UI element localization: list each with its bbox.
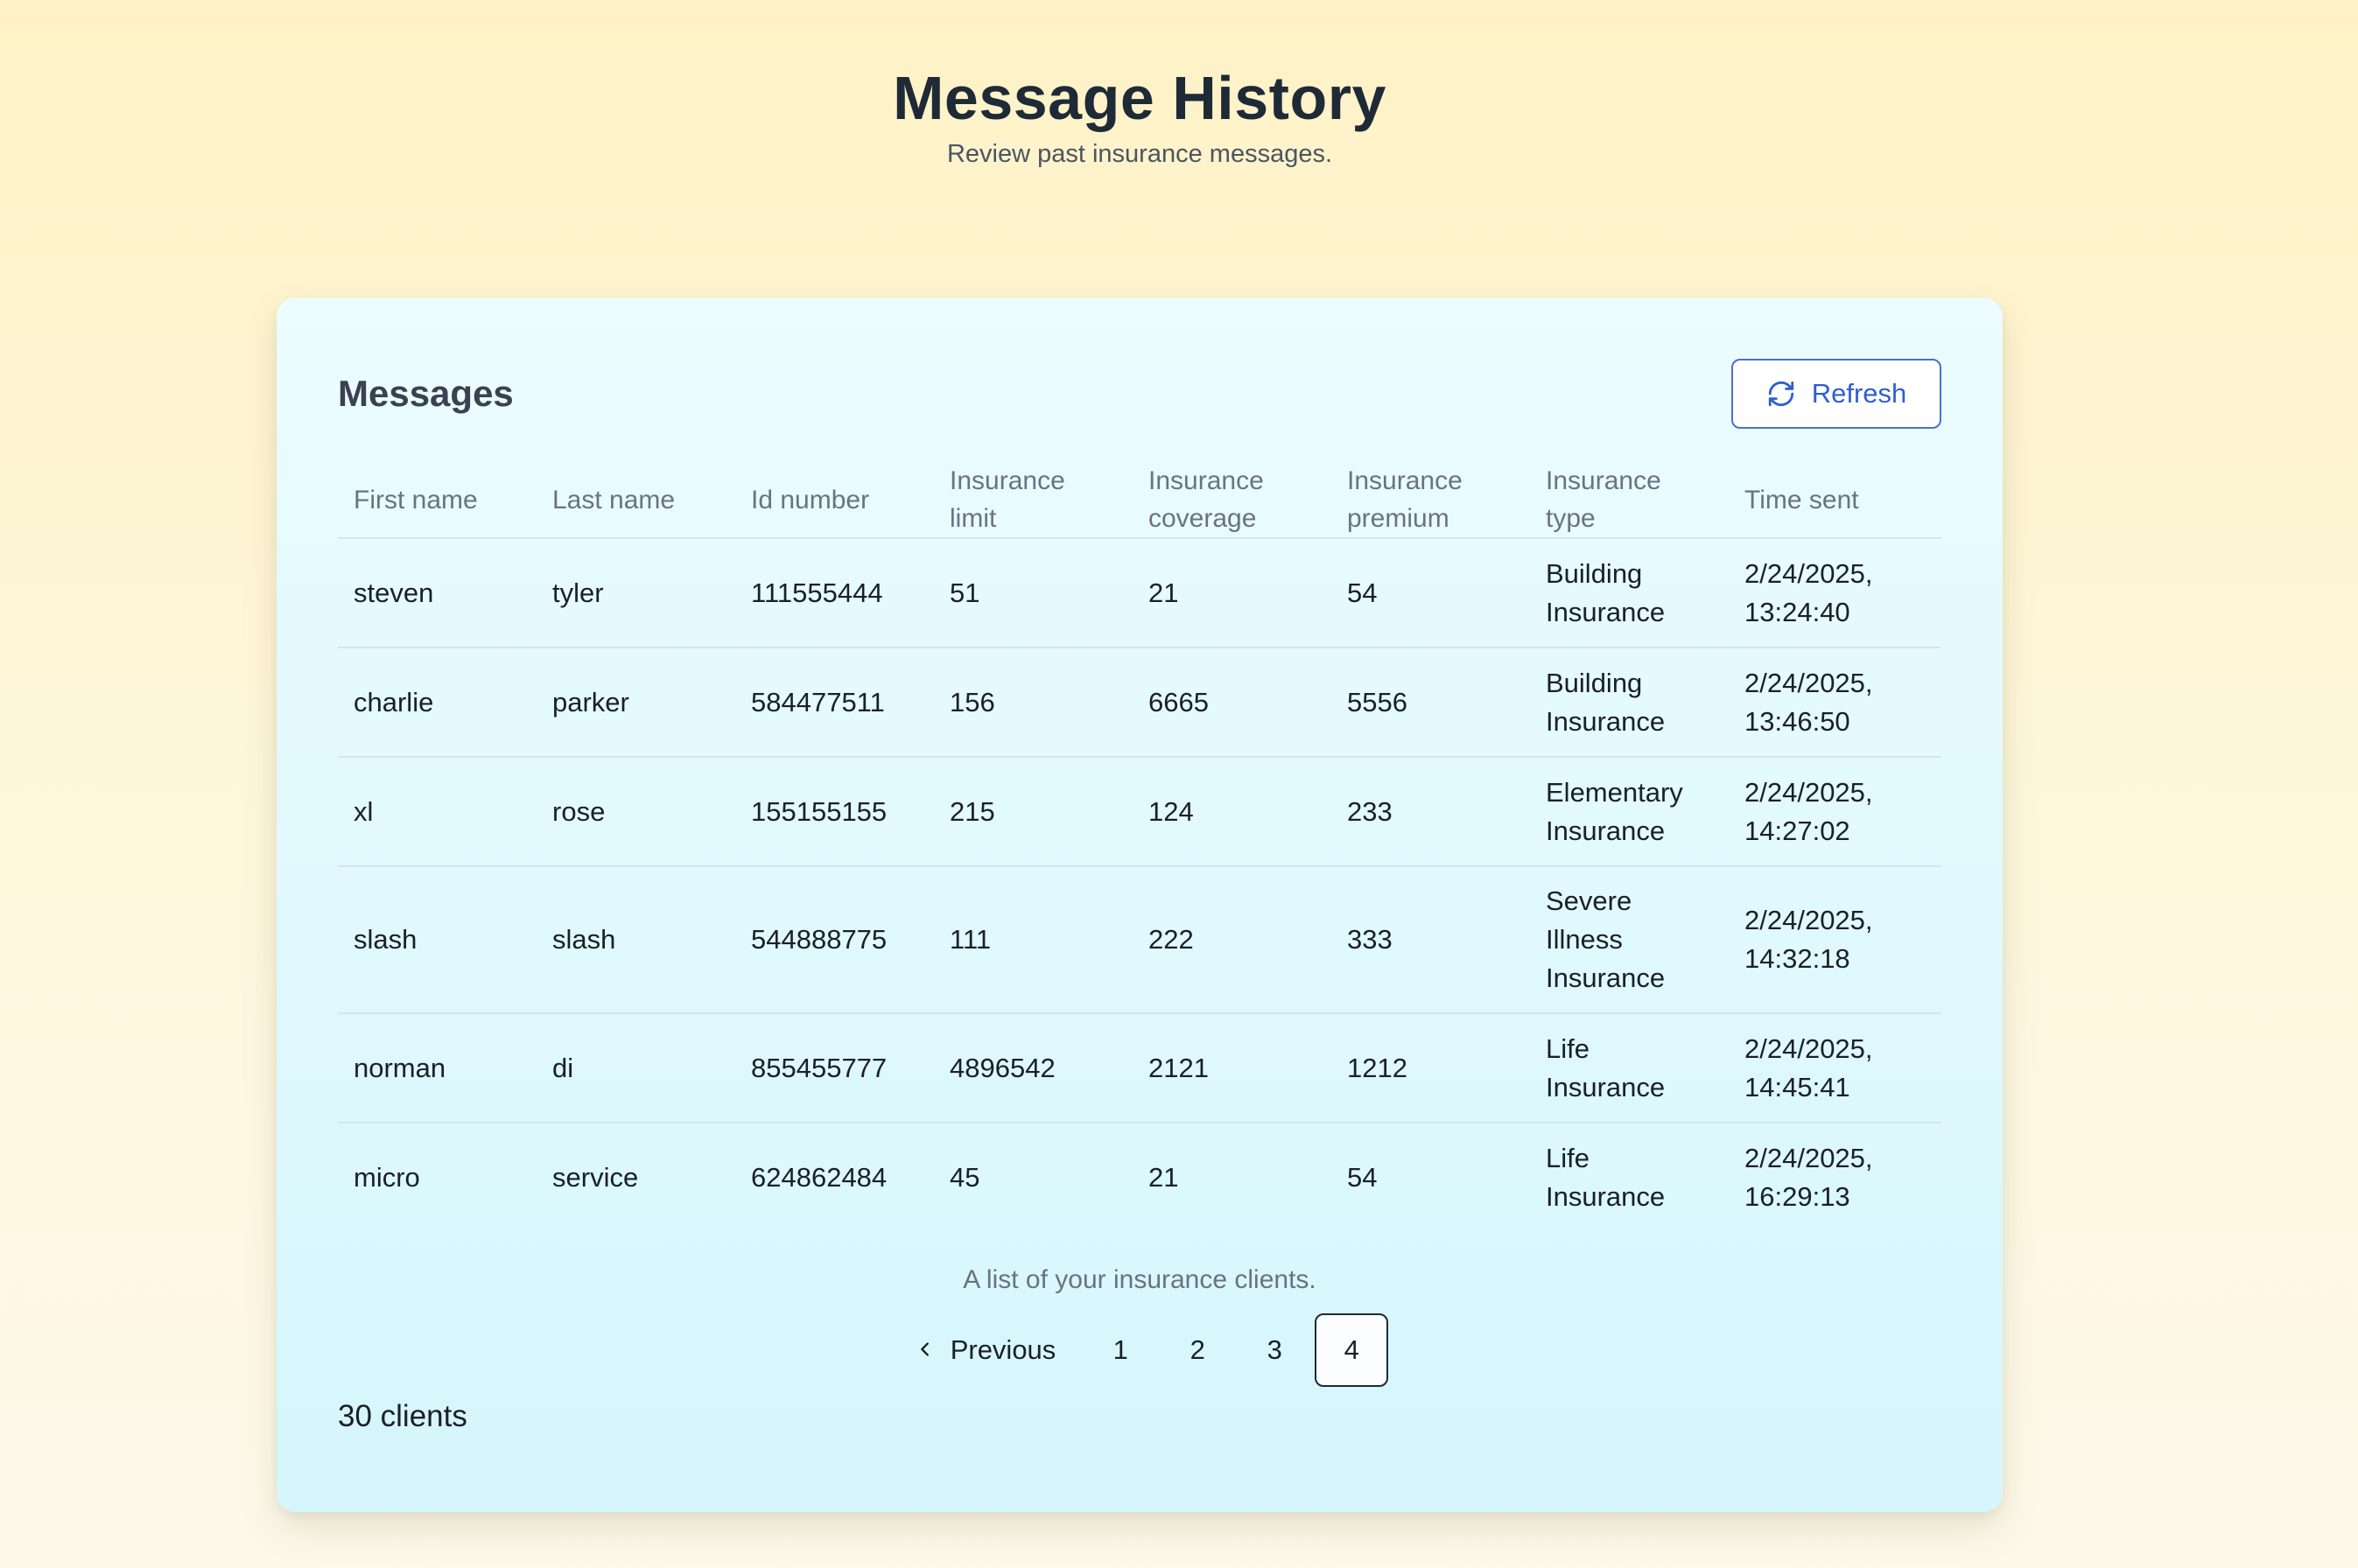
cell-id-number: 544888775 xyxy=(735,866,934,1014)
cell-last-name: parker xyxy=(537,648,735,758)
column-header-insurance-limit: Insurance limit xyxy=(934,460,1133,539)
previous-label: Previous xyxy=(950,1334,1056,1365)
column-header-insurance-premium: Insurance premium xyxy=(1331,460,1530,539)
cell-insurance-limit: 156 xyxy=(934,648,1133,758)
cell-insurance-premium: 233 xyxy=(1331,757,1530,867)
cell-first-name: micro xyxy=(354,1161,420,1193)
previous-page-button[interactable]: Previous xyxy=(891,1313,1081,1387)
page-button-3[interactable]: 3 xyxy=(1238,1313,1311,1387)
table-row: charlie parker 584477511 156 6665 5556 B… xyxy=(338,648,1941,758)
cell-id-number: 584477511 xyxy=(735,648,934,758)
chevron-left-icon xyxy=(916,1334,935,1366)
column-header-insurance-type: Insurance type xyxy=(1530,460,1729,539)
page-button-1[interactable]: 1 xyxy=(1084,1313,1157,1387)
cell-time-sent: 2/24/2025, 16:29:13 xyxy=(1744,1142,1873,1212)
cell-insurance-type: Life Insurance xyxy=(1530,1013,1729,1124)
table-row: xl rose 155155155 215 124 233 Elementary… xyxy=(338,757,1941,867)
cell-last-name: di xyxy=(537,1013,735,1124)
table-row: norman di 855455777 4896542 2121 1212 Li… xyxy=(338,1013,1941,1124)
table-caption: A list of your insurance clients. xyxy=(963,1265,1316,1294)
column-header-last-name: Last name xyxy=(537,460,735,539)
cell-insurance-premium: 54 xyxy=(1331,538,1530,648)
messages-table: First name Last name Id number Insurance… xyxy=(338,460,1941,1231)
page-button-2[interactable]: 2 xyxy=(1161,1313,1234,1387)
cell-insurance-limit: 111 xyxy=(934,866,1133,1014)
cell-insurance-type: Building Insurance xyxy=(1530,648,1729,758)
cell-insurance-coverage: 222 xyxy=(1133,866,1331,1014)
column-header-insurance-coverage: Insurance coverage xyxy=(1133,460,1331,539)
cell-insurance-coverage: 6665 xyxy=(1133,648,1331,758)
cell-id-number: 155155155 xyxy=(735,757,934,867)
table-row: micro service 624862484 45 21 54 Life In… xyxy=(338,1123,1941,1231)
client-count: 30 clients xyxy=(338,1399,467,1433)
cell-id-number: 855455777 xyxy=(735,1013,934,1124)
messages-card: Messages Refresh First name Last name Id xyxy=(277,298,2003,1512)
cell-id-number: 624862484 xyxy=(751,1161,888,1193)
cell-time-sent: 2/24/2025, 13:24:40 xyxy=(1729,538,1941,648)
pagination: Previous 1 2 3 4 xyxy=(338,1313,1941,1387)
cell-insurance-coverage: 21 xyxy=(1148,1161,1179,1193)
cell-first-name: slash xyxy=(338,866,537,1014)
refresh-button[interactable]: Refresh xyxy=(1731,359,1941,429)
cell-insurance-coverage: 21 xyxy=(1133,538,1331,648)
cell-insurance-premium: 54 xyxy=(1347,1161,1378,1193)
column-header-time-sent: Time sent xyxy=(1729,460,1941,539)
column-header-id-number: Id number xyxy=(735,460,934,539)
refresh-icon xyxy=(1766,379,1796,409)
cell-first-name: xl xyxy=(338,757,537,867)
cell-time-sent: 2/24/2025, 14:45:41 xyxy=(1729,1013,1941,1124)
cell-insurance-type: Life Insurance xyxy=(1546,1142,1666,1212)
cell-insurance-limit: 45 xyxy=(950,1161,980,1193)
table-row: slash slash 544888775 111 222 333 Severe… xyxy=(338,866,1941,1014)
cell-insurance-limit: 215 xyxy=(934,757,1133,867)
card-title: Messages xyxy=(338,373,514,414)
cell-time-sent: 2/24/2025, 14:27:02 xyxy=(1729,757,1941,867)
page-title: Message History xyxy=(893,64,1386,132)
cell-last-name: service xyxy=(552,1161,639,1193)
page-subtitle: Review past insurance messages. xyxy=(946,140,1333,168)
cell-first-name: norman xyxy=(338,1013,537,1124)
cell-insurance-premium: 5556 xyxy=(1331,648,1530,758)
cell-id-number: 111555444 xyxy=(735,538,934,648)
table-row: steven tyler 111555444 51 21 54 Building… xyxy=(338,538,1941,648)
cell-insurance-coverage: 124 xyxy=(1133,757,1331,867)
refresh-label: Refresh xyxy=(1811,378,1907,409)
cell-time-sent: 2/24/2025, 14:32:18 xyxy=(1729,866,1941,1014)
cell-insurance-premium: 1212 xyxy=(1331,1013,1530,1124)
table-header-row: First name Last name Id number Insurance… xyxy=(338,460,1941,539)
cell-insurance-limit: 51 xyxy=(934,538,1133,648)
cell-insurance-type: Building Insurance xyxy=(1530,538,1729,648)
cell-last-name: rose xyxy=(537,757,735,867)
cell-insurance-type: Severe Illness Insurance xyxy=(1530,866,1729,1014)
page-header: Message History Review past insurance me… xyxy=(0,61,2279,172)
cell-last-name: slash xyxy=(537,866,735,1014)
cell-insurance-type: Elementary Insurance xyxy=(1530,757,1729,867)
cell-insurance-coverage: 2121 xyxy=(1133,1013,1331,1124)
card-header: Messages Refresh xyxy=(338,359,1941,429)
cell-insurance-premium: 333 xyxy=(1331,866,1530,1014)
cell-first-name: steven xyxy=(338,538,537,648)
column-header-first-name: First name xyxy=(338,460,537,539)
cell-first-name: charlie xyxy=(338,648,537,758)
cell-time-sent: 2/24/2025, 13:46:50 xyxy=(1729,648,1941,758)
cell-insurance-limit: 4896542 xyxy=(934,1013,1133,1124)
cell-last-name: tyler xyxy=(537,538,735,648)
page-button-4-current[interactable]: 4 xyxy=(1315,1313,1389,1387)
